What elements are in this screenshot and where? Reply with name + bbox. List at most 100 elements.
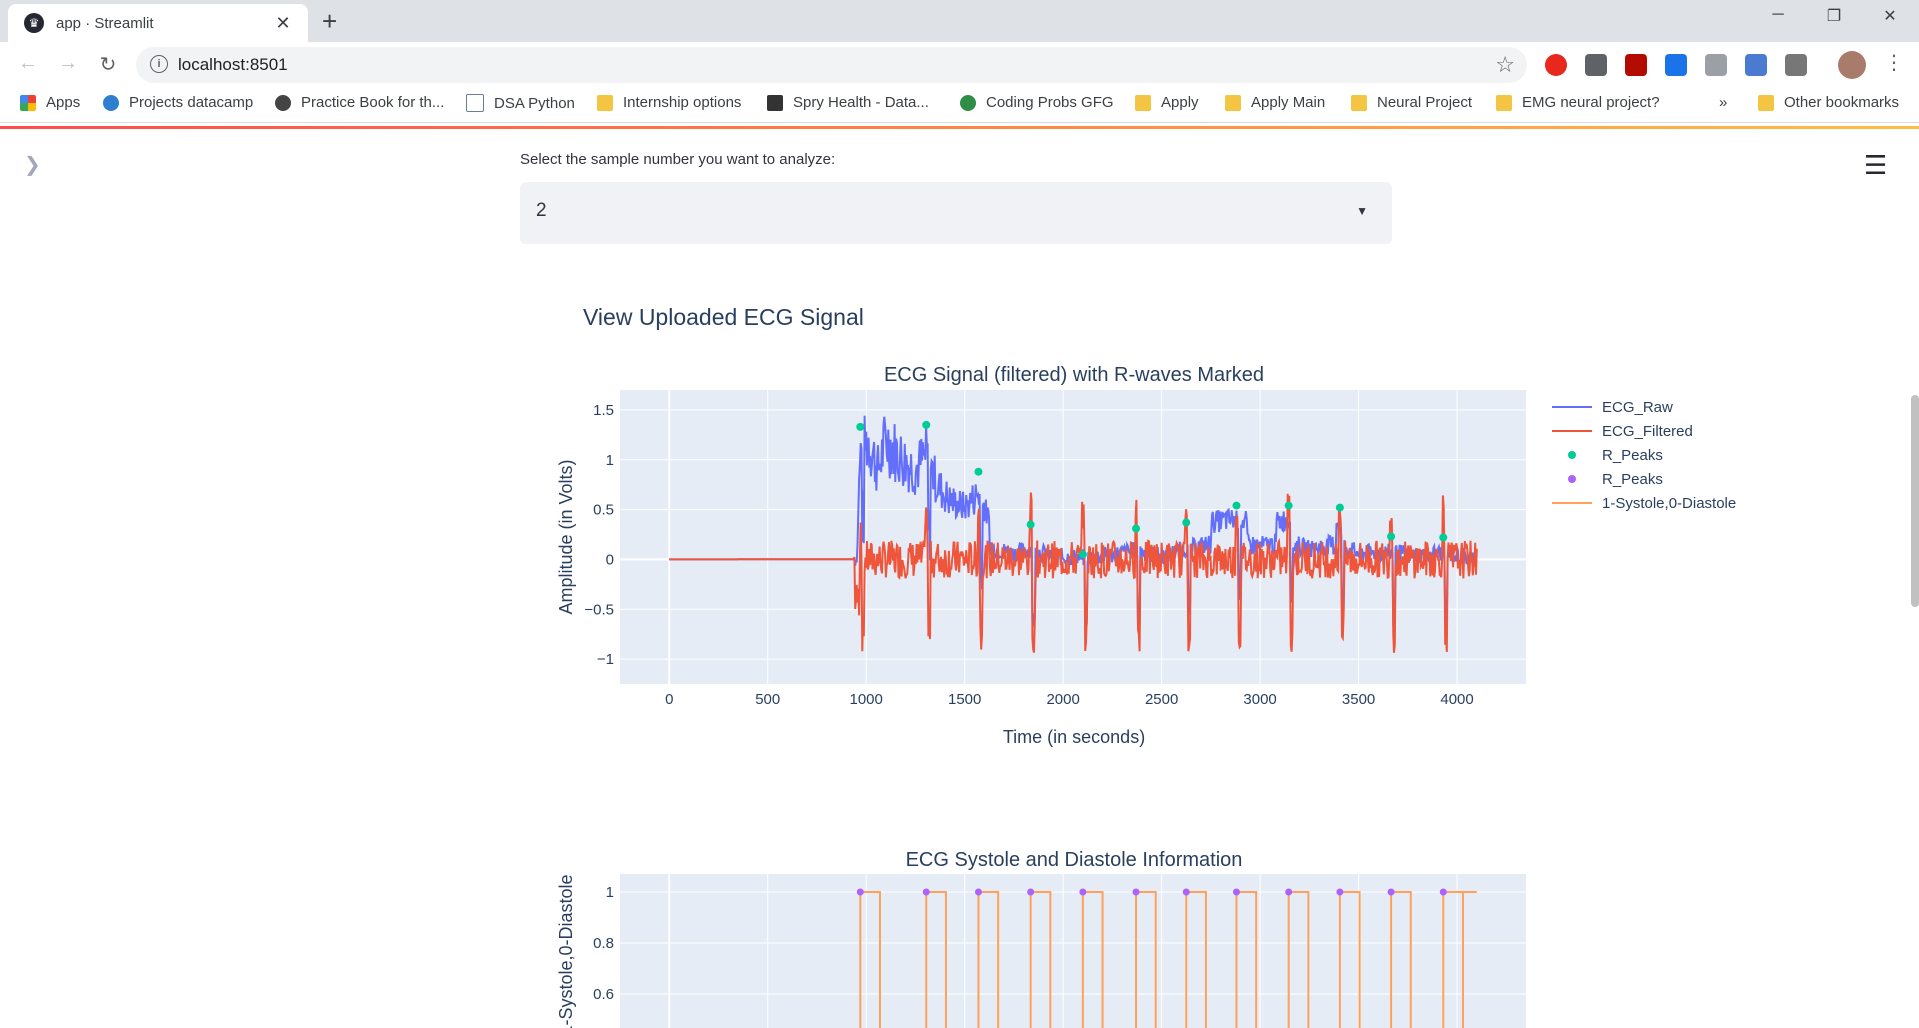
- chart1-xtick-label: 3000: [1243, 691, 1276, 708]
- chart1-ytick-label: −0.5: [584, 601, 614, 618]
- apps-grid-icon: [20, 94, 36, 111]
- bookmark-neural-project[interactable]: Neural Project: [1351, 94, 1472, 111]
- main-menu-icon[interactable]: ☰: [1864, 150, 1887, 181]
- bookmarks-overflow-button[interactable]: »: [1719, 94, 1727, 111]
- systole-peak-marker: [1027, 888, 1035, 896]
- adblock-extension-icon[interactable]: [1545, 54, 1567, 76]
- bookmark-emg-neural-project[interactable]: EMG neural project?: [1496, 94, 1660, 111]
- address-bar[interactable]: i localhost:8501 ☆: [136, 47, 1527, 83]
- bookmark-star-icon[interactable]: ☆: [1495, 52, 1515, 78]
- chart1-ytick-label: 1.5: [593, 402, 614, 419]
- folder-icon: [1135, 94, 1151, 111]
- pdf-extension-icon[interactable]: [1625, 54, 1647, 76]
- legend-label: ECG_Raw: [1602, 399, 1673, 416]
- r-peak-marker: [1182, 518, 1191, 527]
- sample-select-value: 2: [536, 200, 547, 221]
- systole-diastole-chart[interactable]: ECG Systole and Diastole Information 1 0.…: [540, 840, 1800, 1028]
- legend-marker: [1568, 451, 1576, 459]
- new-tab-icon[interactable]: +: [322, 8, 337, 34]
- systole-peak-marker: [922, 888, 930, 896]
- r-peak-marker: [1132, 524, 1141, 533]
- systole-peak-marker: [974, 888, 982, 896]
- chart1-xtick-label: 1500: [948, 691, 981, 708]
- chart1-xtick-label: 2000: [1046, 691, 1079, 708]
- chart2-ylabel: 1-Systole,0-Diastole: [556, 874, 576, 1028]
- ecg-signal-chart[interactable]: ECG Signal (filtered) with R-waves Marke…: [540, 355, 1800, 755]
- bookmark-practice-book[interactable]: Practice Book for th...: [275, 94, 444, 111]
- r-peak-marker: [974, 467, 983, 476]
- legend-marker: [1568, 475, 1576, 483]
- chrome-menu-icon[interactable]: ⋮: [1884, 50, 1904, 75]
- r-peak-marker: [1387, 532, 1396, 541]
- bookmarks-bar: Apps Projects datacamp Practice Book for…: [0, 88, 1919, 123]
- reload-icon[interactable]: ↻: [94, 52, 122, 77]
- bookmark-apply-main[interactable]: Apply Main: [1225, 94, 1325, 111]
- r-peak-marker: [1335, 503, 1344, 512]
- chart2-ytick-label: 1: [606, 884, 614, 901]
- profile-avatar[interactable]: [1838, 51, 1866, 79]
- cap-extension-icon[interactable]: [1665, 54, 1687, 76]
- folder-icon: [1225, 94, 1241, 111]
- chart2-ytick-label: 0.6: [593, 986, 614, 1003]
- systole-peak-marker: [1232, 888, 1240, 896]
- stats-extension-icon[interactable]: [1785, 54, 1807, 76]
- datacamp-icon: [103, 94, 119, 111]
- tab-title: app · Streamlit: [56, 14, 154, 32]
- r-peak-marker: [856, 422, 865, 431]
- restore-icon[interactable]: ❐: [1814, 6, 1854, 26]
- notebook-icon: [466, 94, 484, 112]
- bookmark-spry-health[interactable]: Spry Health - Data...: [767, 94, 929, 111]
- chart1-xtick-label: 1000: [850, 691, 883, 708]
- legend-label: R_Peaks: [1602, 447, 1663, 464]
- keep-extension-icon[interactable]: [1585, 54, 1607, 76]
- sidebar-expand-icon[interactable]: ❯: [24, 152, 41, 177]
- legend-label: 1-Systole,0-Diastole: [1602, 495, 1736, 512]
- chart1-ytick-label: 0: [606, 551, 614, 568]
- close-window-icon[interactable]: ✕: [1870, 6, 1910, 26]
- spry-icon: [767, 94, 783, 111]
- sample-selectbox[interactable]: 2 ▼: [520, 182, 1392, 244]
- site-info-icon[interactable]: i: [150, 55, 168, 73]
- chart1-ylabel: Amplitude (in Volts): [556, 459, 576, 614]
- systole-peak-marker: [1079, 888, 1087, 896]
- chart1-ytick-label: 0.5: [593, 502, 614, 519]
- chevron-down-icon: ▼: [1356, 204, 1368, 218]
- systole-peak-marker: [1132, 888, 1140, 896]
- bookmark-coding-probs-gfg[interactable]: Coding Probs GFG: [960, 94, 1114, 111]
- bookmark-apps[interactable]: Apps: [20, 94, 80, 111]
- browser-tab-strip: ♛ app · Streamlit ✕ + ─ ❐ ✕: [0, 0, 1919, 42]
- r-peak-marker: [1439, 533, 1448, 542]
- audio-extension-icon[interactable]: [1745, 54, 1767, 76]
- folder-icon: [1496, 94, 1512, 111]
- bookmark-projects-datacamp[interactable]: Projects datacamp: [103, 94, 253, 111]
- chart1-xtick-label: 4000: [1440, 691, 1473, 708]
- chart1-xtick-label: 500: [755, 691, 780, 708]
- bookmark-apply[interactable]: Apply: [1135, 94, 1199, 111]
- systole-peak-marker: [1285, 888, 1293, 896]
- bookmark-other-bookmarks[interactable]: Other bookmarks: [1758, 94, 1899, 111]
- r-peak-marker: [1078, 550, 1087, 559]
- streamlit-favicon-icon: ♛: [24, 13, 44, 33]
- chart1-ytick-label: 1: [606, 452, 614, 469]
- close-tab-icon[interactable]: ✕: [272, 13, 294, 34]
- chart1-ytick-label: −1: [597, 651, 614, 668]
- legend-label: R_Peaks: [1602, 471, 1663, 488]
- minimize-icon[interactable]: ─: [1758, 6, 1798, 24]
- browser-tab[interactable]: ♛ app · Streamlit ✕: [8, 4, 308, 42]
- chart1-legend[interactable]: ECG_Raw ECG_Filtered R_Peaks R_Peaks 1-Systo…: [1552, 399, 1736, 512]
- chart2-ytick-label: 0.8: [593, 935, 614, 952]
- systole-peak-marker: [1182, 888, 1190, 896]
- back-icon[interactable]: ←: [14, 52, 42, 75]
- bookmark-internship-options[interactable]: Internship options: [597, 94, 741, 111]
- chart1-xtick-label: 3500: [1342, 691, 1375, 708]
- chart2-title: ECG Systole and Diastole Information: [906, 849, 1243, 871]
- legend-label: ECG_Filtered: [1602, 423, 1693, 440]
- folder-icon: [597, 94, 613, 111]
- page-scrollbar[interactable]: [1911, 395, 1919, 607]
- docs-extension-icon[interactable]: [1705, 54, 1727, 76]
- sample-select-label: Select the sample number you want to ana…: [520, 151, 836, 168]
- forward-icon[interactable]: →: [54, 52, 82, 75]
- browser-toolbar: ← → ↻ i localhost:8501 ☆ ⋮: [0, 42, 1919, 88]
- chart1-xtick-label: 2500: [1145, 691, 1178, 708]
- bookmark-dsa-python[interactable]: DSA Python: [466, 94, 575, 112]
